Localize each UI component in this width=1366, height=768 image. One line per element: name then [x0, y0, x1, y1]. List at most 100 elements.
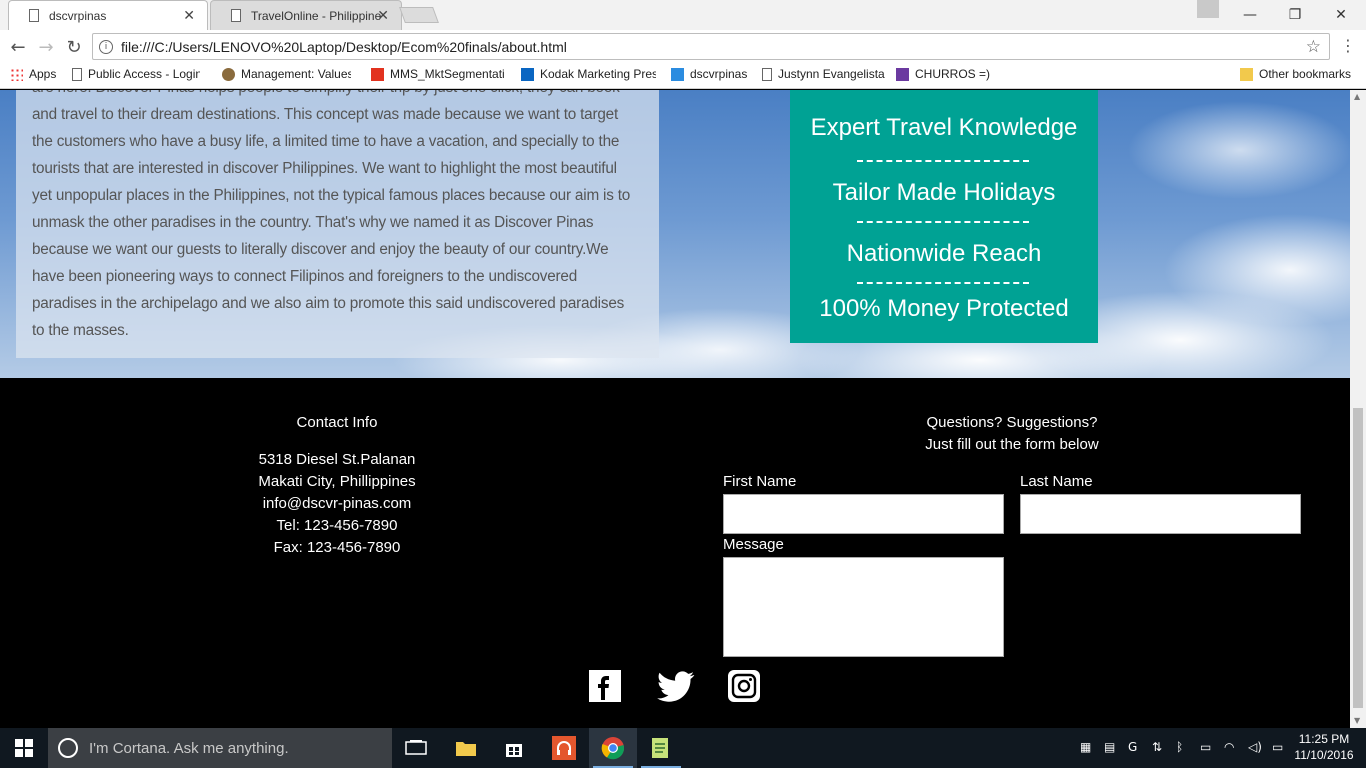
about-line: because we want our guests to literally … [32, 241, 609, 258]
page-viewport: are here. Discover Pinas helps people to… [0, 90, 1350, 728]
bookmarks-bar: Apps Public Access - Login Management: V… [0, 63, 1366, 89]
bookmark-apps[interactable]: Apps [10, 67, 56, 81]
about-panel: are here. Discover Pinas helps people to… [16, 90, 659, 358]
scroll-up-arrow-icon[interactable]: ▲ [1354, 92, 1360, 101]
tab-title: TravelOnline - Philippines [251, 8, 381, 23]
windows-logo-icon [15, 739, 33, 757]
close-tab-icon[interactable]: ✕ [183, 8, 195, 24]
minimize-button[interactable]: — [1227, 0, 1273, 30]
sky-background: are here. Discover Pinas helps people to… [0, 90, 1350, 378]
contact-title: Contact Info [296, 414, 378, 431]
close-tab-icon[interactable]: ✕ [377, 8, 389, 24]
new-tab-button[interactable] [399, 7, 439, 23]
about-text: are here. Discover Pinas helps people to… [32, 90, 642, 344]
profile-icon[interactable] [1197, 0, 1219, 18]
about-line: have been pioneering ways to connect Fil… [32, 268, 578, 285]
volume-icon[interactable]: ◁) [1248, 740, 1262, 754]
info-icon[interactable]: i [99, 39, 113, 54]
file-explorer-icon[interactable] [442, 728, 490, 768]
dscvr-icon [671, 67, 684, 81]
contact-address: 5318 Diesel St.Palanan [258, 451, 416, 468]
groove-music-icon[interactable] [540, 728, 588, 768]
cortana-placeholder: I'm Cortana. Ask me anything. [89, 739, 289, 757]
about-line: the customers who have a busy life, a li… [32, 133, 620, 150]
forward-button[interactable]: → [34, 35, 58, 59]
tab-title: dscvrpinas [49, 8, 107, 23]
chrome-menu-icon[interactable]: ⋮ [1340, 36, 1356, 55]
feature-nationwide: Nationwide Reach [846, 240, 1042, 267]
wifi-icon[interactable]: ◠ [1224, 740, 1234, 754]
bookmark-dscvrpinas[interactable]: dscvrpinas [671, 67, 747, 81]
bookmark-justynn[interactable]: Justynn Evangelista [762, 67, 885, 81]
facebook-icon[interactable] [589, 670, 621, 702]
start-button[interactable] [0, 728, 48, 768]
reload-button[interactable]: ↻ [62, 35, 86, 59]
windows-taskbar: I'm Cortana. Ask me anything. ▦ ▤ G ⇅ ᛒ … [0, 728, 1366, 768]
bookmark-public-access[interactable]: Public Access - Login [72, 67, 200, 81]
feature-money-protected: 100% Money Protected [819, 295, 1069, 322]
folder-icon [1240, 67, 1253, 81]
tab-dscvrpinas[interactable]: dscvrpinas ✕ [8, 0, 208, 30]
bookmark-churros[interactable]: CHURROS =) [896, 67, 990, 81]
about-line: paradises in the archipelago and we also… [32, 295, 625, 312]
action-center-icon[interactable]: ▭ [1272, 740, 1283, 754]
first-name-field[interactable] [723, 494, 1004, 534]
tab-traveloline[interactable]: TravelOnline - Philippines ✕ [210, 0, 402, 30]
contact-fax: Fax: 123-456-7890 [273, 539, 401, 556]
address-bar[interactable]: i file:///C:/Users/LENOVO%20Laptop/Deskt… [92, 33, 1330, 60]
about-line: are here. Discover Pinas helps people to… [32, 90, 642, 101]
feature-tailor-made: Tailor Made Holidays [832, 179, 1056, 206]
tray-app-icon[interactable]: ▤ [1104, 740, 1115, 754]
divider [857, 282, 1029, 284]
onenote-icon [896, 67, 909, 81]
back-button[interactable]: ← [6, 35, 30, 59]
chrome-icon[interactable] [589, 728, 637, 768]
page-icon [72, 67, 82, 81]
scroll-down-arrow-icon[interactable]: ▼ [1354, 716, 1360, 725]
bookmark-kodak[interactable]: Kodak Marketing Pres [521, 67, 656, 81]
contact-city: Makati City, Phillippines [258, 473, 416, 490]
about-line: tourists that are interested in discover… [32, 160, 617, 177]
bookmark-management-values[interactable]: Management: Values [222, 67, 351, 81]
tab-strip: dscvrpinas ✕ TravelOnline - Philippines … [0, 0, 1366, 30]
close-window-button[interactable]: ✕ [1318, 0, 1364, 30]
page-icon [231, 9, 241, 22]
divider [857, 221, 1029, 223]
divider [857, 160, 1029, 162]
mms-icon [371, 67, 384, 81]
bookmark-mms[interactable]: MMS_MktSegmentati [371, 67, 506, 81]
twitter-icon[interactable] [655, 670, 697, 702]
task-view-icon[interactable] [392, 728, 440, 768]
questions-title: Questions? Suggestions? [926, 414, 1098, 431]
tray-google-icon[interactable]: G [1128, 740, 1137, 754]
battery-icon[interactable]: ▭ [1200, 740, 1211, 754]
questions-subtitle: Just fill out the form below [925, 436, 1099, 453]
apps-grid-icon [10, 67, 23, 81]
contact-email: info@dscvr-pinas.com [262, 495, 412, 512]
about-line: yet unpopular places in the Philippines,… [32, 187, 631, 204]
cortana-icon [58, 738, 78, 758]
page-icon [29, 9, 39, 22]
footer: Contact Info 5318 Diesel St.Palanan Maka… [0, 378, 1350, 728]
cortana-search-box[interactable]: I'm Cortana. Ask me anything. [48, 728, 392, 768]
page-scrollbar[interactable]: ▲ ▼ [1350, 90, 1366, 728]
message-field[interactable] [723, 557, 1004, 657]
notepad-icon[interactable] [637, 728, 685, 768]
store-icon[interactable] [490, 728, 538, 768]
first-name-label: First Name [723, 473, 797, 490]
other-bookmarks[interactable]: Other bookmarks [1240, 67, 1351, 81]
page-icon [762, 67, 772, 81]
linkedin-icon [521, 67, 534, 81]
scroll-thumb[interactable] [1353, 408, 1363, 708]
clock[interactable]: 11:25 PM 11/10/2016 [1292, 731, 1356, 763]
instagram-icon[interactable] [728, 670, 760, 702]
last-name-field[interactable] [1020, 494, 1301, 534]
restore-button[interactable]: ❐ [1272, 0, 1318, 30]
tray-network-icon[interactable]: ⇅ [1152, 740, 1162, 754]
last-name-label: Last Name [1020, 473, 1093, 490]
bluetooth-icon[interactable]: ᛒ [1176, 740, 1183, 754]
about-line: to the masses. [32, 322, 129, 339]
message-label: Message [723, 536, 784, 553]
bookmark-star-icon[interactable]: ☆ [1306, 37, 1321, 57]
tray-app-icon[interactable]: ▦ [1080, 740, 1091, 754]
